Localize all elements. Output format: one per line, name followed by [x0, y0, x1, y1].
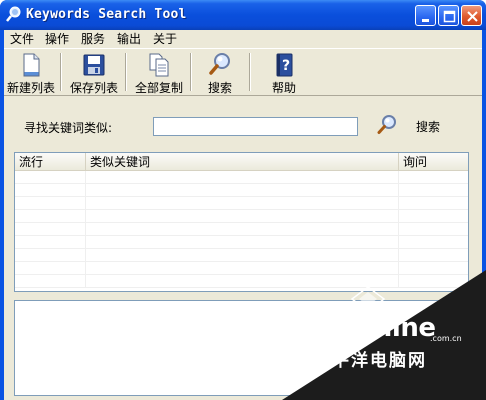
save-disk-icon [83, 54, 105, 76]
save-list-button[interactable]: 保存列表 [65, 51, 123, 95]
table-cell [15, 275, 86, 288]
column-header-similar-keywords[interactable]: 类似关键词 [86, 153, 399, 171]
maximize-icon [443, 10, 456, 23]
table-cell [86, 223, 399, 236]
toolbar-separator [249, 53, 251, 91]
table-row[interactable] [15, 236, 468, 249]
menu-about[interactable]: 关于 [150, 31, 180, 47]
table-cell [15, 210, 86, 223]
search-toolbar-button[interactable]: 搜索 [200, 51, 240, 95]
copy-all-button[interactable]: 全部复制 [130, 51, 188, 95]
table-row[interactable] [15, 197, 468, 210]
menu-file[interactable]: 文件 [7, 31, 37, 47]
table-row[interactable] [15, 223, 468, 236]
menu-bar: 文件 操作 服务 输出 关于 [4, 30, 482, 48]
copy-all-label: 全部复制 [134, 81, 183, 95]
table-cell [399, 236, 468, 249]
save-list-label: 保存列表 [69, 81, 118, 95]
search-label: 寻找关键词类似: [24, 121, 113, 135]
table-cell [15, 197, 86, 210]
maximize-button[interactable] [438, 5, 459, 26]
minimize-button[interactable] [415, 5, 436, 26]
toolbar-separator [60, 53, 62, 91]
new-list-button[interactable]: 新建列表 [4, 51, 58, 95]
search-button-label: 搜索 [416, 120, 441, 134]
table-cell [399, 184, 468, 197]
table-row[interactable] [15, 249, 468, 262]
table-cell [15, 262, 86, 275]
table-cell [15, 184, 86, 197]
watermark-brand: PConline [311, 313, 436, 343]
search-panel: 寻找关键词类似: 搜索 [4, 96, 482, 146]
table-row[interactable] [15, 171, 468, 184]
close-button[interactable] [461, 5, 482, 26]
toolbar-separator [190, 53, 192, 91]
table-row[interactable] [15, 210, 468, 223]
table-header: 流行 类似关键词 询问 [15, 153, 468, 171]
magnifier-icon [377, 115, 396, 134]
minimize-icon [422, 19, 429, 22]
toolbar-separator [125, 53, 127, 91]
app-icon [6, 6, 21, 22]
table-cell [15, 236, 86, 249]
table-cell [399, 210, 468, 223]
help-button[interactable]: ? 帮助 [264, 51, 304, 95]
close-icon [467, 11, 478, 22]
new-list-icon [23, 53, 40, 77]
table-cell [399, 197, 468, 210]
toolbar: 新建列表 保存列表 全部复制 搜索 ? 帮助 [4, 48, 482, 96]
table-cell [86, 184, 399, 197]
svg-text:?: ? [282, 58, 290, 74]
menu-operate[interactable]: 操作 [42, 31, 72, 47]
table-row[interactable] [15, 184, 468, 197]
magnifier-icon [209, 53, 230, 75]
table-cell [86, 171, 399, 184]
table-cell [15, 223, 86, 236]
column-header-queries[interactable]: 询问 [399, 153, 468, 171]
column-header-popularity[interactable]: 流行 [15, 153, 86, 171]
watermark-logo-icon [350, 286, 386, 312]
table-cell [15, 171, 86, 184]
help-book-icon: ? [276, 53, 293, 77]
menu-output[interactable]: 输出 [114, 31, 144, 47]
table-cell [399, 249, 468, 262]
watermark-domain: .com.cn [430, 334, 462, 343]
search-input[interactable] [153, 117, 358, 136]
new-list-label: 新建列表 [6, 81, 55, 95]
table-cell [399, 171, 468, 184]
search-button[interactable]: 搜索 [370, 112, 452, 138]
menu-service[interactable]: 服务 [78, 31, 108, 47]
table-cell [15, 249, 86, 262]
table-cell [86, 210, 399, 223]
title-bar[interactable]: Keywords Search Tool [0, 0, 486, 30]
window-title: Keywords Search Tool [26, 7, 187, 22]
search-toolbar-label: 搜索 [207, 81, 232, 95]
table-cell [86, 249, 399, 262]
help-label: 帮助 [271, 81, 296, 95]
table-cell [86, 236, 399, 249]
table-cell [86, 197, 399, 210]
table-cell [399, 223, 468, 236]
copy-all-icon [149, 53, 169, 77]
watermark-chinese: 太平洋电脑网 [313, 351, 427, 371]
